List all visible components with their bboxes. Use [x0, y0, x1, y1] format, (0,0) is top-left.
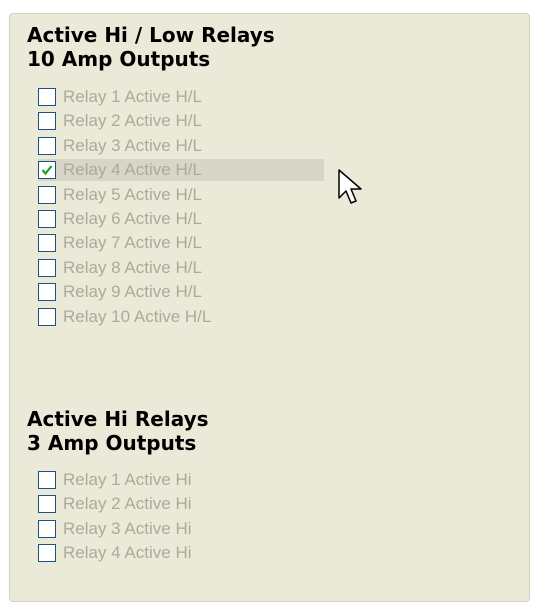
relay-checkbox-row[interactable]: Relay 4 Active H/L: [38, 159, 324, 182]
relay-checkbox-label: Relay 2 Active Hi: [63, 494, 192, 514]
group1-title: Active Hi / Low Relays: [27, 23, 275, 47]
relay-checkbox-label: Relay 1 Active H/L: [63, 87, 202, 106]
relay-checkbox-row[interactable]: Relay 2 Active Hi: [38, 493, 192, 515]
relay-checkbox-label: Relay 2 Active H/L: [63, 111, 202, 131]
relay-checkbox-row[interactable]: Relay 1 Active Hi: [38, 469, 192, 491]
relay-checkbox[interactable]: [38, 519, 56, 538]
relay-checkbox-row[interactable]: Relay 3 Active H/L: [38, 135, 202, 157]
relay-checkbox[interactable]: [38, 283, 56, 302]
relay-checkbox-label: Relay 9 Active H/L: [63, 282, 202, 302]
relay-checkbox-row[interactable]: Relay 10 Active H/L: [38, 306, 211, 328]
group2-title: Active Hi Relays: [27, 407, 209, 431]
relay-checkbox-row[interactable]: Relay 7 Active H/L: [38, 232, 202, 254]
relay-settings-panel: Active Hi / Low Relays 10 Amp Outputs Ac…: [9, 13, 530, 602]
relay-checkbox-row[interactable]: Relay 5 Active H/L: [38, 184, 202, 206]
relay-checkbox-label: Relay 3 Active H/L: [63, 135, 202, 155]
relay-checkbox[interactable]: [38, 112, 56, 131]
group1-subtitle: 10 Amp Outputs: [27, 47, 211, 71]
relay-checkbox-label: Relay 10 Active H/L: [63, 306, 212, 326]
relay-checkbox-row[interactable]: Relay 9 Active H/L: [38, 281, 202, 303]
relay-checkbox-row[interactable]: Relay 1 Active H/L: [38, 86, 202, 108]
relay-checkbox-row[interactable]: Relay 3 Active Hi: [38, 518, 192, 540]
mouse-pointer-icon: [338, 169, 362, 204]
relay-checkbox[interactable]: [38, 88, 56, 106]
relay-checkbox-row[interactable]: Relay 2 Active H/L: [38, 110, 202, 132]
relay-checkbox[interactable]: [38, 161, 56, 180]
relay-checkbox[interactable]: [38, 258, 56, 277]
relay-checkbox-label: Relay 4 Active H/L: [63, 160, 202, 180]
relay-checkbox-label: Relay 1 Active Hi: [63, 470, 192, 489]
relay-checkbox[interactable]: [38, 544, 56, 563]
relay-checkbox[interactable]: [38, 495, 56, 514]
relay-checkbox[interactable]: [38, 185, 56, 204]
relay-checkbox-row[interactable]: Relay 8 Active H/L: [38, 257, 202, 279]
relay-checkbox[interactable]: [38, 471, 56, 489]
relay-checkbox-label: Relay 8 Active H/L: [63, 257, 202, 277]
checkmark-icon: [41, 165, 53, 176]
relay-checkbox[interactable]: [38, 210, 56, 228]
relay-checkbox-label: Relay 4 Active Hi: [63, 543, 192, 563]
relay-checkbox-label: Relay 6 Active H/L: [63, 209, 202, 228]
relay-checkbox-row[interactable]: Relay 4 Active Hi: [38, 542, 192, 564]
relay-checkbox-label: Relay 7 Active H/L: [63, 233, 202, 253]
group2-subtitle: 3 Amp Outputs: [27, 431, 197, 455]
relay-checkbox-label: Relay 5 Active H/L: [63, 184, 202, 204]
relay-checkbox[interactable]: [38, 136, 56, 155]
relay-checkbox[interactable]: [38, 307, 56, 326]
relay-checkbox[interactable]: [38, 234, 56, 253]
relay-checkbox-label: Relay 3 Active Hi: [63, 518, 192, 538]
relay-checkbox-row[interactable]: Relay 6 Active H/L: [38, 208, 202, 230]
